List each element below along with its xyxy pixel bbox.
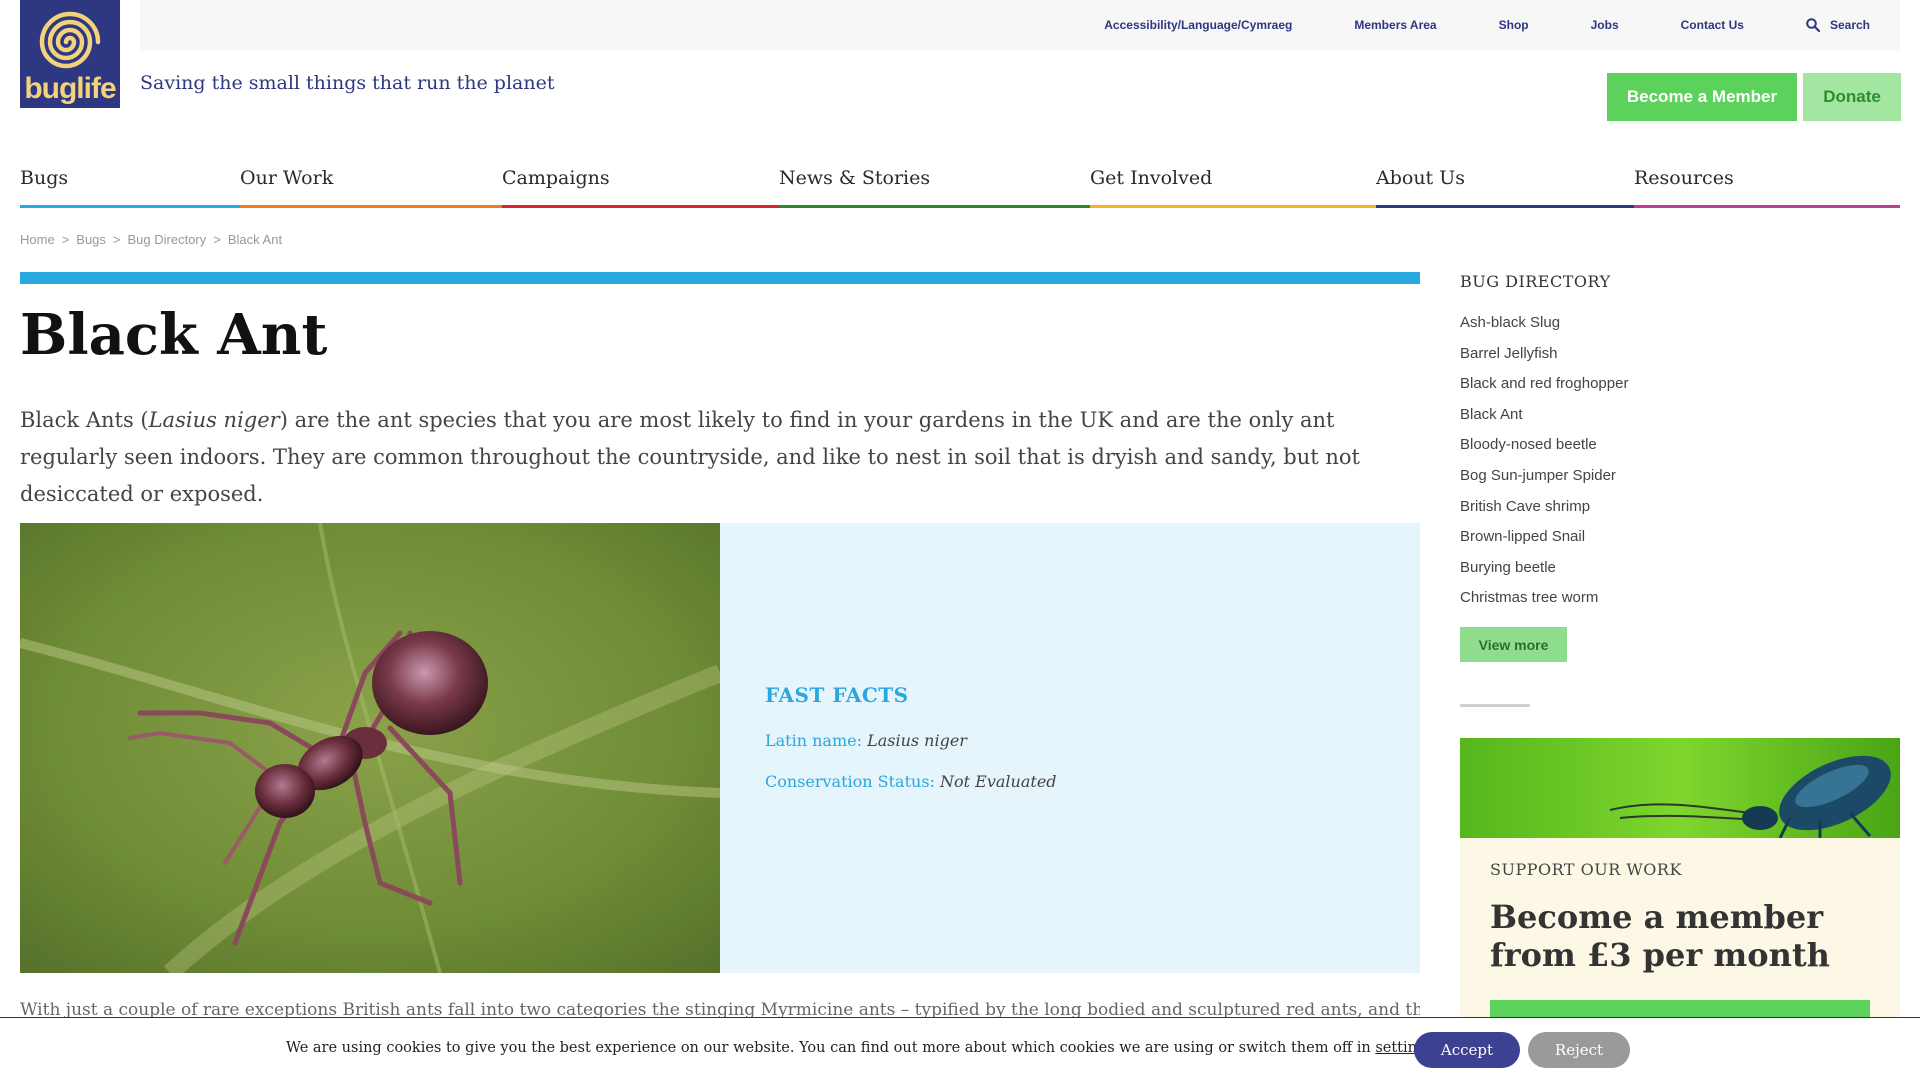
breadcrumb-separator: > [213, 232, 221, 247]
bug-directory-title: BUG DIRECTORY [1460, 272, 1611, 291]
bug-directory-item[interactable]: Bloody-nosed beetle [1460, 432, 1628, 463]
bug-directory-item[interactable]: British Cave shrimp [1460, 494, 1628, 525]
utility-link-label: Contact Us [1680, 18, 1744, 32]
bug-directory-item[interactable]: Ash-black Slug [1460, 310, 1628, 341]
beetle-photo [1460, 738, 1900, 838]
support-heading: Become a member from £3 per month [1490, 898, 1830, 974]
fact-conservation-status: Conservation Status: Not Evaluated [765, 772, 1057, 791]
intro-paragraph: Black Ants (Lasius niger) are the ant sp… [20, 402, 1420, 513]
buglife-logo[interactable]: buglife [20, 0, 120, 108]
bug-directory-item[interactable]: Barrel Jellyfish [1460, 341, 1628, 372]
utility-link-jobs[interactable]: Jobs [1591, 18, 1619, 32]
donate-button[interactable]: Donate [1803, 73, 1901, 121]
utility-link-label: Members Area [1354, 18, 1437, 32]
breadcrumb-bugs[interactable]: Bugs [76, 232, 106, 247]
search-label: Search [1829, 18, 1870, 32]
utility-link-label: Accessibility/Language/Cymraeg [1104, 18, 1293, 32]
fact-latin-name: Latin name: Lasius niger [765, 731, 967, 750]
bug-directory-list: Ash-black Slug Barrel Jellyfish Black an… [1460, 310, 1628, 616]
nav-item-get-involved[interactable]: Get Involved [1090, 150, 1376, 208]
breadcrumb: Home > Bugs > Bug Directory > Black Ant [20, 232, 282, 247]
search-icon [1806, 18, 1820, 32]
cookie-reject-button[interactable]: Reject [1528, 1032, 1630, 1068]
become-member-button[interactable]: Become a Member [1607, 73, 1797, 121]
cookie-message: We are using cookies to give you the bes… [286, 1040, 1438, 1056]
logo-wordmark: buglife [24, 72, 116, 105]
support-kicker: SUPPORT OUR WORK [1490, 860, 1682, 879]
bug-directory-item[interactable]: Black Ant [1460, 402, 1628, 433]
utility-link-contact[interactable]: Contact Us [1681, 18, 1744, 32]
intro-text: Black Ants ( [20, 408, 149, 432]
utility-link-members-area[interactable]: Members Area [1354, 18, 1436, 32]
breadcrumb-separator: > [61, 232, 70, 247]
site-tagline: Saving the small things that run the pla… [140, 72, 555, 94]
utility-link-label: Jobs [1590, 18, 1619, 32]
nav-item-bugs[interactable]: Bugs [20, 150, 240, 208]
breadcrumb-bug-directory[interactable]: Bug Directory [128, 232, 207, 247]
nav-item-about-us[interactable]: About Us [1376, 150, 1634, 208]
view-more-button[interactable]: View more [1460, 627, 1567, 662]
spiral-icon [39, 11, 101, 69]
title-accent-bar [20, 272, 1420, 284]
nav-item-our-work[interactable]: Our Work [240, 150, 502, 208]
intro-latin-name: Lasius niger [148, 408, 280, 432]
fact-value: Lasius niger [867, 731, 967, 750]
utility-link-shop[interactable]: Shop [1499, 18, 1529, 32]
breadcrumb-current: Black Ant [227, 232, 283, 247]
breadcrumb-separator: > [112, 232, 121, 247]
fast-facts-title: FAST FACTS [765, 683, 909, 707]
fact-value: Not Evaluated [940, 772, 1057, 791]
nav-item-campaigns[interactable]: Campaigns [502, 150, 779, 208]
black-ant-photo [20, 523, 720, 973]
utility-link-accessibility[interactable]: Accessibility/Language/Cymraeg [1104, 18, 1292, 32]
fact-label: Latin name: [765, 731, 862, 750]
fact-label: Conservation Status: [765, 772, 935, 791]
main-nav: Bugs Our Work Campaigns News & Stories G… [20, 150, 1900, 208]
search-button[interactable]: Search [1806, 18, 1870, 32]
utility-nav: Accessibility/Language/Cymraeg Members A… [140, 0, 1900, 50]
bug-directory-item[interactable]: Christmas tree worm [1460, 585, 1628, 616]
utility-link-label: Shop [1498, 18, 1529, 32]
bug-directory-item[interactable]: Brown-lipped Snail [1460, 524, 1628, 555]
nav-item-news-stories[interactable]: News & Stories [779, 150, 1090, 208]
sidebar-divider [1460, 704, 1530, 707]
page-title: Black Ant [20, 302, 328, 368]
bug-directory-item[interactable]: Bog Sun-jumper Spider [1460, 463, 1628, 494]
cookie-text: We are using cookies to give you the bes… [286, 1040, 1371, 1056]
breadcrumb-home[interactable]: Home [20, 232, 55, 247]
bug-directory-item[interactable]: Black and red froghopper [1460, 371, 1628, 402]
nav-item-resources[interactable]: Resources [1634, 150, 1900, 208]
fast-facts-panel: FAST FACTS Latin name: Lasius niger Cons… [720, 523, 1420, 973]
cookie-accept-button[interactable]: Accept [1414, 1032, 1520, 1068]
bug-directory-item[interactable]: Burying beetle [1460, 555, 1628, 586]
cookie-banner: We are using cookies to give you the bes… [0, 1017, 1920, 1080]
